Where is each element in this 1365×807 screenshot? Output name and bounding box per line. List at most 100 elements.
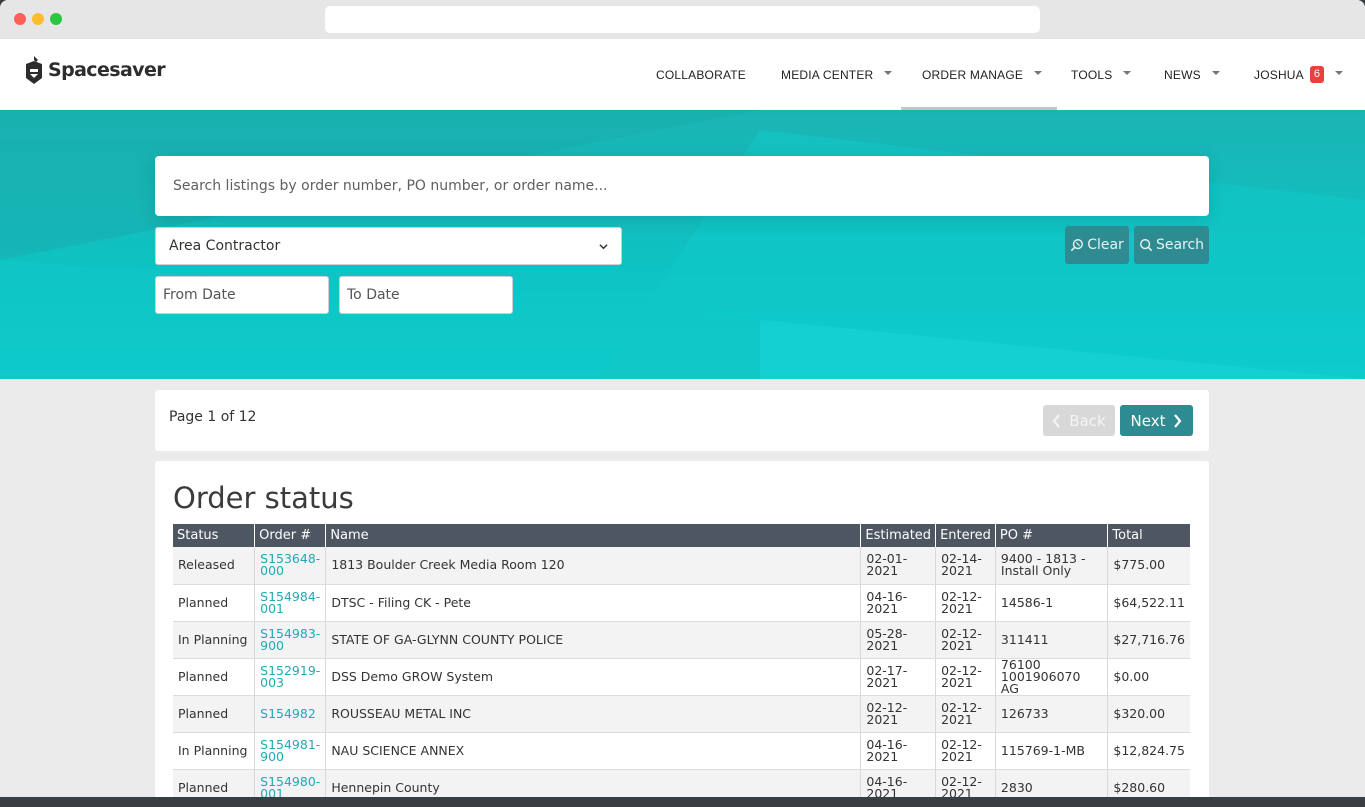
estimated-line: 2021 <box>866 748 899 764</box>
column-header[interactable]: Status <box>173 524 256 547</box>
table-row[interactable]: Released S153648- 000 1813 Boulder Creek Me… <box>173 547 1190 585</box>
order-link[interactable]: S152919- 003 <box>260 663 320 690</box>
table-row[interactable]: In Planning S154981- 900 NAU SCIENCE ANNEX 0… <box>173 732 1190 770</box>
cell-estimated: 02-17- 2021 <box>860 658 937 696</box>
entered-line: 2021 <box>941 785 973 797</box>
cell-total: $775.00 <box>1107 547 1190 585</box>
po-line: 126733 <box>1000 705 1049 721</box>
minimize-window-icon[interactable] <box>32 13 44 25</box>
search-button[interactable]: Search <box>1134 226 1209 264</box>
cell-status: Released <box>173 547 256 585</box>
column-header[interactable]: Name <box>325 524 862 547</box>
table-row[interactable]: Planned S154984- 001 DTSC - Filing CK - Pet… <box>173 584 1190 622</box>
order-status-card: Order status Status Order # Name Estimat… <box>155 461 1209 797</box>
order-line: 900 <box>260 748 284 764</box>
cell-entered: 02-14- 2021 <box>935 547 996 585</box>
table-row[interactable]: Planned S152919- 003 DSS Demo GROW System 02… <box>173 657 1190 696</box>
chevron-left-icon <box>1052 413 1061 428</box>
brand-name: Spacesaver <box>48 59 166 81</box>
top-navigation: Spacesaver COLLABORATE MEDIA CENTER ORDE… <box>0 39 1365 110</box>
cell-status: In Planning <box>173 621 256 659</box>
nav-collaborate[interactable]: COLLABORATE <box>656 39 746 110</box>
entered-text: 02-12- 2021 <box>941 626 982 653</box>
cell-status: Planned <box>173 658 256 696</box>
browser-window: Spacesaver COLLABORATE MEDIA CENTER ORDE… <box>0 0 1365 797</box>
clear-button[interactable]: Clear <box>1065 226 1129 264</box>
order-link[interactable]: S153648- 000 <box>260 551 320 578</box>
cell-estimated: 02-01- 2021 <box>860 547 937 585</box>
nav-label: ORDER MANAGE <box>922 67 1024 82</box>
entered-text: 02-12- 2021 <box>941 774 982 797</box>
brand-logo[interactable]: Spacesaver <box>24 54 166 86</box>
estimated-line: 2021 <box>866 637 899 653</box>
cell-status: Planned <box>173 695 256 733</box>
cell-estimated: 04-16- 2021 <box>860 769 937 797</box>
order-link[interactable]: S154983- 900 <box>260 626 320 653</box>
order-line: 000 <box>260 563 284 579</box>
order-line: 900 <box>260 637 284 653</box>
cell-order[interactable]: S154984- 001 <box>254 584 327 622</box>
cell-total: $0.00 <box>1107 658 1190 696</box>
estimated-line: 2021 <box>866 674 899 690</box>
entered-text: 02-12- 2021 <box>941 663 982 690</box>
column-header[interactable]: PO # <box>995 524 1109 547</box>
cell-po: 126733 <box>995 695 1109 733</box>
nav-user-menu[interactable]: JOSHUA 6 <box>1254 39 1344 110</box>
notification-badge: 6 <box>1309 66 1325 83</box>
browser-chrome <box>0 0 1365 39</box>
cell-order[interactable]: S152919- 003 <box>254 658 327 696</box>
column-header[interactable]: Estimated <box>860 524 937 547</box>
to-date-input[interactable] <box>339 276 513 314</box>
po-text: 76100 1001906070 AG <box>1001 657 1081 696</box>
nav-tools[interactable]: TOOLS <box>1071 39 1132 110</box>
cell-order[interactable]: S154980- 001 <box>254 769 327 797</box>
maximize-window-icon[interactable] <box>50 13 62 25</box>
chevron-down-icon <box>599 243 608 249</box>
close-window-icon[interactable] <box>14 13 26 25</box>
cell-order[interactable]: S154982 <box>254 695 327 733</box>
cell-order[interactable]: S154981- 900 <box>254 732 327 770</box>
cell-total: $64,522.11 <box>1107 584 1190 622</box>
search-input[interactable] <box>155 156 1209 216</box>
entered-text: 02-12- 2021 <box>941 737 982 764</box>
table-row[interactable]: In Planning S154983- 900 STATE OF GA-GLYNN … <box>173 621 1190 659</box>
order-link[interactable]: S154982 <box>260 706 316 721</box>
order-line: 001 <box>260 600 284 616</box>
cell-po: 9400 - 1813 - Install Only <box>995 547 1109 585</box>
cell-total: $320.00 <box>1107 695 1190 733</box>
order-link[interactable]: S154980- 001 <box>260 774 320 797</box>
caret-down-icon <box>1211 70 1220 75</box>
pager-card: Page 1 of 12 Back Next <box>155 390 1209 451</box>
contractor-select[interactable]: Area Contractor <box>155 227 622 265</box>
cell-order[interactable]: S153648- 000 <box>254 547 327 585</box>
address-bar[interactable] <box>325 6 1040 33</box>
column-header[interactable]: Total <box>1107 524 1190 547</box>
cell-estimated: 04-16- 2021 <box>860 732 937 770</box>
page-indicator: Page 1 of 12 <box>169 409 257 425</box>
entered-line: 2021 <box>941 637 973 653</box>
order-link[interactable]: S154984- 001 <box>260 589 320 616</box>
search-hero: Area Contractor Clear Search <box>0 110 1365 379</box>
page-title: Order status <box>173 481 354 515</box>
next-button[interactable]: Next <box>1120 405 1193 436</box>
from-date-input[interactable] <box>155 276 329 314</box>
back-label: Back <box>1069 411 1106 430</box>
table-row[interactable]: Planned S154980- 001 Hennepin County 04-16- 2… <box>173 769 1190 797</box>
entered-line: 2021 <box>941 563 973 579</box>
column-header[interactable]: Order # <box>254 524 327 547</box>
order-link[interactable]: S154981- 900 <box>260 737 320 764</box>
order-line: 003 <box>260 674 284 690</box>
search-icon <box>1139 239 1153 252</box>
order-line: S154982 <box>260 705 316 721</box>
nav-media-center[interactable]: MEDIA CENTER <box>781 39 893 110</box>
entered-line: 2021 <box>941 748 973 764</box>
column-header[interactable]: Entered <box>935 524 996 547</box>
back-button[interactable]: Back <box>1043 405 1115 436</box>
cell-order[interactable]: S154983- 900 <box>254 621 327 659</box>
estimated-text: 05-28- 2021 <box>866 626 907 653</box>
nav-order-manage[interactable]: ORDER MANAGE <box>900 39 1058 110</box>
table-row[interactable]: Planned S154982 ROUSSEAU METAL INC 02-12- 20… <box>173 695 1190 733</box>
search-label: Search <box>1155 237 1205 253</box>
nav-news[interactable]: NEWS <box>1164 39 1220 110</box>
entered-text: 02-14- 2021 <box>941 551 982 578</box>
